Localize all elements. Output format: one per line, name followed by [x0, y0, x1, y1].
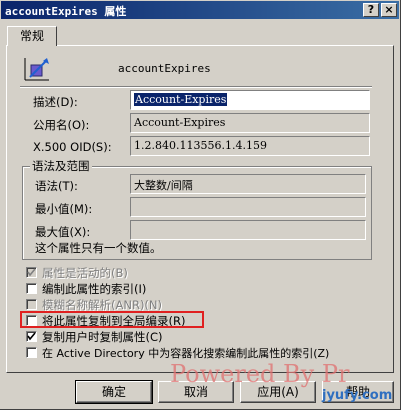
common-name-field[interactable]: Account-Expires: [130, 113, 370, 133]
oid-value: 1.2.840.113556.1.4.159: [134, 139, 267, 152]
window-title: accountExpires 属性: [5, 5, 127, 18]
description-value: Account-Expires: [134, 93, 228, 106]
checkmark-icon: [27, 332, 36, 341]
ok-button[interactable]: 确定: [75, 380, 153, 404]
properties-dialog: accountExpires 属性 ? × 常规 accountExpires …: [0, 0, 401, 410]
checkbox-anr[interactable]: [26, 299, 37, 310]
max-label: 最大值(X):: [35, 225, 91, 239]
common-name-label: 公用名(O):: [33, 118, 90, 132]
max-field[interactable]: [130, 220, 366, 240]
highlight-box: [20, 311, 204, 328]
checkbox-containerized-index-label: 在 Active Directory 中为容器化搜索编制此属性的索引(Z): [42, 347, 330, 360]
separator: [20, 86, 372, 88]
checkbox-copy-with-user-label: 复制用户时复制属性(C): [42, 330, 163, 344]
help-title-button[interactable]: ?: [363, 3, 379, 17]
syntax-field[interactable]: 大整数/间隔: [130, 174, 366, 194]
checkbox-copy-with-user[interactable]: [26, 331, 37, 342]
attribute-icon: [24, 58, 49, 81]
single-value-note: 这个属性只有一个数值。: [35, 241, 162, 255]
syntax-value: 大整数/间隔: [134, 179, 193, 192]
checkbox-index-attribute[interactable]: [26, 283, 37, 294]
close-button[interactable]: ×: [381, 3, 397, 17]
oid-field[interactable]: 1.2.840.113556.1.4.159: [130, 136, 370, 156]
checkbox-index-attribute-label: 编制此属性的索引(I): [42, 282, 147, 296]
common-name-value: Account-Expires: [134, 116, 226, 129]
description-field[interactable]: Account-Expires: [130, 90, 370, 110]
tab-general[interactable]: 常规: [7, 26, 57, 46]
checkmark-icon: [27, 268, 36, 277]
watermark-site: jyufy.com: [322, 388, 393, 403]
watermark-text: Powered By Pr: [170, 360, 350, 388]
checkbox-containerized-index[interactable]: [26, 347, 37, 358]
syntax-range-title: 语法及范围: [30, 158, 92, 174]
checkbox-attribute-active[interactable]: [26, 267, 37, 278]
title-bar[interactable]: accountExpires 属性 ? ×: [1, 1, 399, 19]
attribute-name: accountExpires: [118, 62, 211, 75]
min-field[interactable]: [130, 197, 366, 217]
syntax-label: 语法(T):: [35, 179, 78, 193]
description-label: 描述(D):: [33, 95, 78, 109]
oid-label: X.500 OID(S):: [33, 140, 112, 154]
min-label: 最小值(M):: [35, 202, 93, 216]
checkbox-attribute-active-label: 属性是活动的(B): [42, 266, 128, 280]
